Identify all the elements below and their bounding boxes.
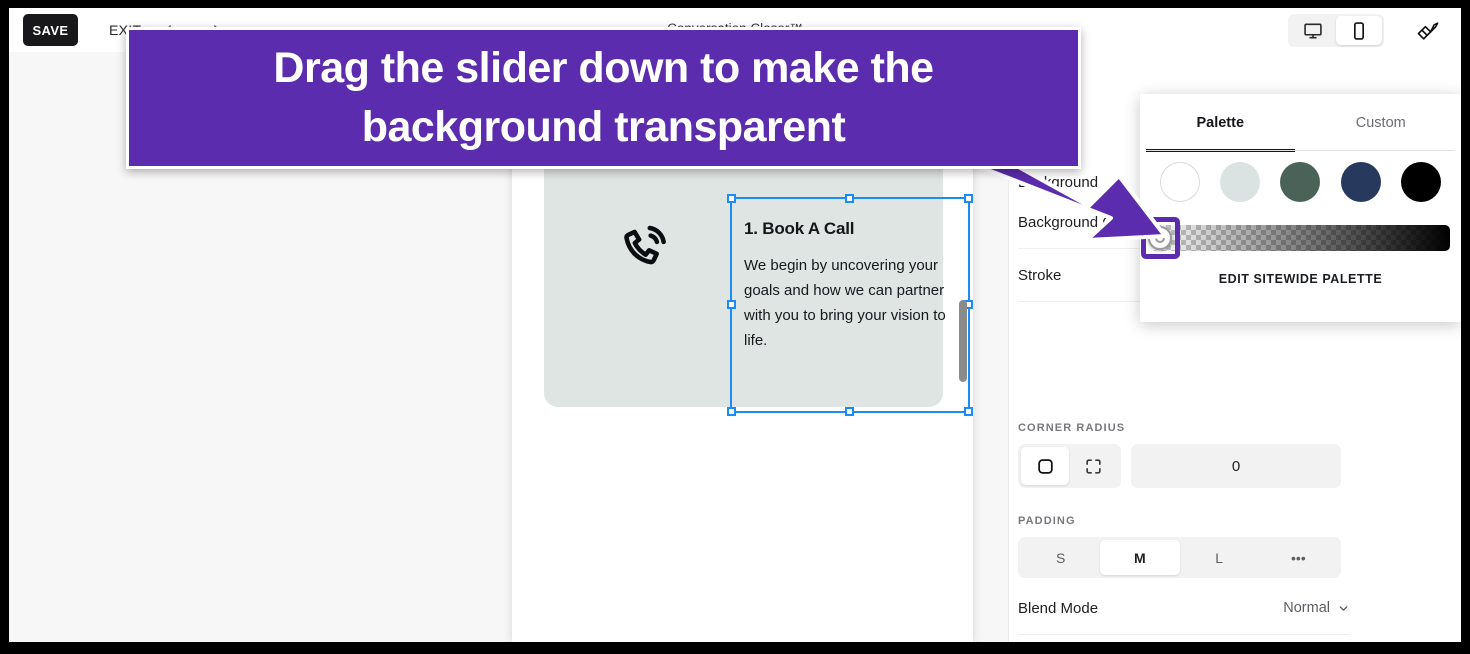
blend-mode-row[interactable]: Blend Mode Normal <box>1018 582 1350 635</box>
opacity-slider-handle[interactable] <box>1148 226 1172 250</box>
padding-section-label: PADDING <box>1018 515 1076 527</box>
corner-radius-controls: 0 <box>1018 444 1341 488</box>
opacity-slider-row <box>1140 217 1461 260</box>
chevron-down-icon <box>1339 605 1348 611</box>
step-body-text: We begin by uncovering your goals and ho… <box>744 257 946 349</box>
opacity-slider-track[interactable] <box>1151 225 1450 251</box>
blur-row[interactable]: Blur <box>1018 631 1350 642</box>
instruction-callout: Drag the slider down to make the backgro… <box>126 27 1081 169</box>
corner-brackets-icon <box>1085 458 1101 474</box>
blend-mode-label: Blend Mode <box>1018 599 1099 617</box>
padding-option-l[interactable]: L <box>1180 540 1259 575</box>
color-picker-tabs: Palette Custom <box>1140 94 1461 152</box>
background-color-label: Background Color <box>1018 213 1139 231</box>
swatch-white[interactable] <box>1160 162 1201 202</box>
corner-radius-value[interactable]: 0 <box>1131 444 1341 488</box>
resize-handle-bottom-right[interactable] <box>964 407 973 416</box>
tab-palette[interactable]: Palette <box>1140 94 1301 152</box>
edit-sitewide-palette-button[interactable]: EDIT SITEWIDE PALETTE <box>1140 272 1461 286</box>
corner-radius-individual-button[interactable] <box>1069 447 1117 485</box>
corner-radius-section-label: CORNER RADIUS <box>1018 422 1126 434</box>
screenshot-frame: SAVE EXIT Conversation Closer™ <box>0 0 1470 654</box>
swatch-dark-sage[interactable] <box>1280 162 1321 202</box>
padding-option-more[interactable]: ••• <box>1259 540 1338 575</box>
resize-handle-top-right[interactable] <box>964 194 973 203</box>
resize-handle-middle-left[interactable] <box>727 300 736 309</box>
resize-handle-top-center[interactable] <box>845 194 854 203</box>
desktop-preview-button[interactable] <box>1290 16 1336 45</box>
corner-radius-all-button[interactable] <box>1021 447 1069 485</box>
padding-option-s[interactable]: S <box>1021 540 1100 575</box>
tab-custom[interactable]: Custom <box>1301 94 1462 152</box>
site-styles-button[interactable] <box>1413 18 1443 44</box>
padding-option-m[interactable]: M <box>1100 540 1180 575</box>
blend-mode-value: Normal <box>1283 600 1330 616</box>
device-preview-toggle <box>1288 14 1384 47</box>
resize-handle-bottom-left[interactable] <box>727 407 736 416</box>
app-window: SAVE EXIT Conversation Closer™ <box>9 8 1461 642</box>
process-step-card[interactable]: 1. Book A Call We begin by uncovering yo… <box>544 157 973 416</box>
resize-handle-top-left[interactable] <box>727 194 736 203</box>
rounded-square-icon <box>1037 458 1053 474</box>
mobile-phone-icon <box>1354 21 1364 40</box>
mobile-preview-button[interactable] <box>1336 16 1382 45</box>
callout-text: Drag the slider down to make the backgro… <box>273 44 934 151</box>
palette-swatches <box>1140 162 1461 202</box>
resize-handle-bottom-center[interactable] <box>845 407 854 416</box>
stroke-label: Stroke <box>1018 266 1062 284</box>
background-label: Background <box>1018 174 1099 191</box>
color-picker-popover: Palette Custom EDIT SITEWIDE PALETTE <box>1140 94 1461 322</box>
corner-radius-mode-group <box>1018 444 1121 488</box>
step-title: 1. Book A Call <box>744 219 855 238</box>
swatch-black[interactable] <box>1400 162 1441 202</box>
swatch-navy[interactable] <box>1340 162 1381 202</box>
swatch-pale-gray-blue[interactable] <box>1220 162 1261 202</box>
canvas-scrollbar[interactable] <box>959 300 967 382</box>
padding-options-group: S M L ••• <box>1018 537 1341 578</box>
blend-mode-value-group[interactable]: Normal <box>1283 600 1350 616</box>
paint-brush-icon <box>1417 22 1439 40</box>
tabs-divider <box>1146 150 1455 151</box>
desktop-monitor-icon <box>1304 23 1322 38</box>
phone-in-talk-icon <box>624 225 666 265</box>
